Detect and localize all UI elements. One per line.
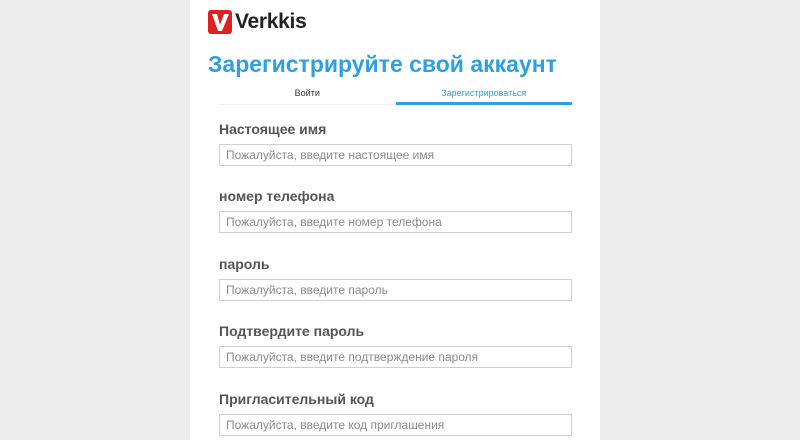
real-name-input[interactable] [219, 144, 572, 166]
confirm-password-input[interactable] [219, 346, 572, 368]
phone-field: номер телефона [219, 187, 572, 233]
real-name-field: Настоящее имя [219, 120, 572, 166]
brand-logo[interactable]: Verkkis [208, 10, 307, 34]
invite-code-input[interactable] [219, 414, 572, 436]
tab-login[interactable]: Войти [219, 85, 396, 105]
invite-code-field: Пригласительный код [219, 390, 572, 436]
tab-register[interactable]: Зарегистрироваться [395, 85, 572, 105]
confirm-password-field: Подтвердите пароль [219, 322, 572, 368]
invite-code-label: Пригласительный код [219, 391, 374, 407]
v-logo-icon [208, 10, 232, 34]
confirm-password-label: Подтвердите пароль [219, 323, 365, 339]
phone-input[interactable] [219, 211, 572, 233]
brand-name: Verkkis [235, 10, 307, 33]
page-title: Зарегистрируйте свой аккаунт [208, 51, 557, 77]
password-label: пароль [219, 256, 270, 272]
phone-label: номер телефона [219, 188, 335, 204]
registration-card: Verkkis Зарегистрируйте свой аккаунт Вой… [190, 0, 600, 440]
password-input[interactable] [219, 279, 572, 301]
password-field: пароль [219, 255, 572, 301]
auth-tabs: Войти Зарегистрироваться [219, 85, 572, 105]
real-name-label: Настоящее имя [219, 121, 327, 137]
